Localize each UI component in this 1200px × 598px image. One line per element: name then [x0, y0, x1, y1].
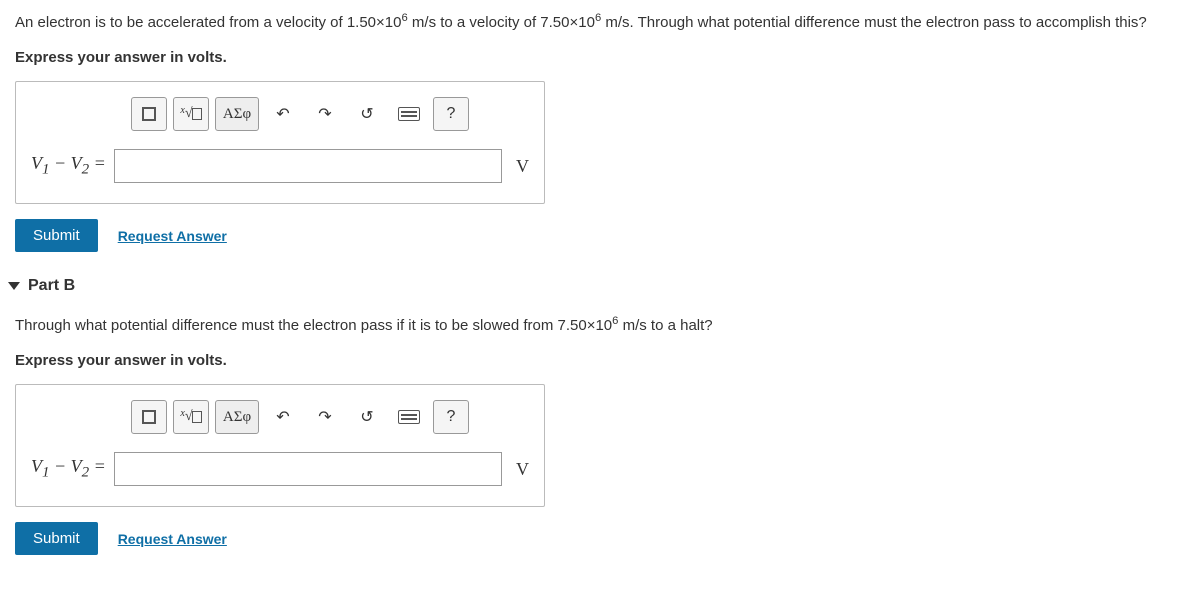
part-a-answer-box: x√ ΑΣφ ↶ ↷ ↺ ? V1 − V2 = V: [15, 81, 545, 204]
math-xb-icon: x√: [180, 106, 201, 122]
reset-button[interactable]: ↺: [349, 97, 385, 131]
part-b-submit-button[interactable]: Submit: [15, 522, 98, 555]
reset-icon: ↺: [360, 104, 373, 124]
part-a-submit-row: Submit Request Answer: [15, 219, 1185, 252]
math-format-button[interactable]: x√: [173, 97, 209, 131]
keyboard-icon: [398, 107, 420, 121]
undo-icon: ↶: [276, 407, 289, 427]
keyboard-button[interactable]: [391, 97, 427, 131]
part-a-unit: V: [516, 156, 529, 177]
redo-button[interactable]: ↷: [307, 97, 343, 131]
part-b-request-answer-link[interactable]: Request Answer: [118, 531, 227, 547]
template-button[interactable]: [131, 97, 167, 131]
rect-icon: [142, 107, 156, 121]
keyboard-button[interactable]: [391, 400, 427, 434]
part-b-instruction: Express your answer in volts.: [15, 350, 1185, 373]
redo-icon: ↷: [318, 407, 331, 427]
help-button[interactable]: ?: [433, 97, 469, 131]
math-format-button[interactable]: x√: [173, 400, 209, 434]
math-xb-icon: x√: [180, 409, 201, 425]
part-b-problem: Through what potential difference must t…: [15, 313, 1185, 338]
help-button[interactable]: ?: [433, 400, 469, 434]
redo-button[interactable]: ↷: [307, 400, 343, 434]
reset-button[interactable]: ↺: [349, 400, 385, 434]
template-button[interactable]: [131, 400, 167, 434]
part-b-label: Part B: [28, 277, 75, 295]
part-a-submit-button[interactable]: Submit: [15, 219, 98, 252]
part-a-toolbar: x√ ΑΣφ ↶ ↷ ↺ ?: [131, 97, 529, 131]
greek-button[interactable]: ΑΣφ: [215, 97, 259, 131]
undo-icon: ↶: [276, 104, 289, 124]
part-b-submit-row: Submit Request Answer: [15, 522, 1185, 555]
keyboard-icon: [398, 410, 420, 424]
part-a-instruction: Express your answer in volts.: [15, 47, 1185, 70]
part-b-toolbar: x√ ΑΣφ ↶ ↷ ↺ ?: [131, 400, 529, 434]
greek-button[interactable]: ΑΣφ: [215, 400, 259, 434]
redo-icon: ↷: [318, 104, 331, 124]
part-b-answer-input[interactable]: [114, 452, 502, 486]
part-a-request-answer-link[interactable]: Request Answer: [118, 228, 227, 244]
part-a-variable: V1 − V2 =: [31, 153, 106, 179]
part-b-answer-box: x√ ΑΣφ ↶ ↷ ↺ ? V1 − V2 = V: [15, 384, 545, 507]
rect-icon: [142, 410, 156, 424]
reset-icon: ↺: [360, 407, 373, 427]
caret-down-icon: [8, 282, 20, 290]
part-a-problem: An electron is to be accelerated from a …: [15, 10, 1185, 35]
undo-button[interactable]: ↶: [265, 400, 301, 434]
part-b-variable: V1 − V2 =: [31, 456, 106, 482]
part-b-header[interactable]: Part B: [10, 277, 1185, 295]
undo-button[interactable]: ↶: [265, 97, 301, 131]
part-b-input-row: V1 − V2 = V: [31, 452, 529, 486]
part-a-answer-input[interactable]: [114, 149, 502, 183]
part-b-unit: V: [516, 459, 529, 480]
part-a-input-row: V1 − V2 = V: [31, 149, 529, 183]
